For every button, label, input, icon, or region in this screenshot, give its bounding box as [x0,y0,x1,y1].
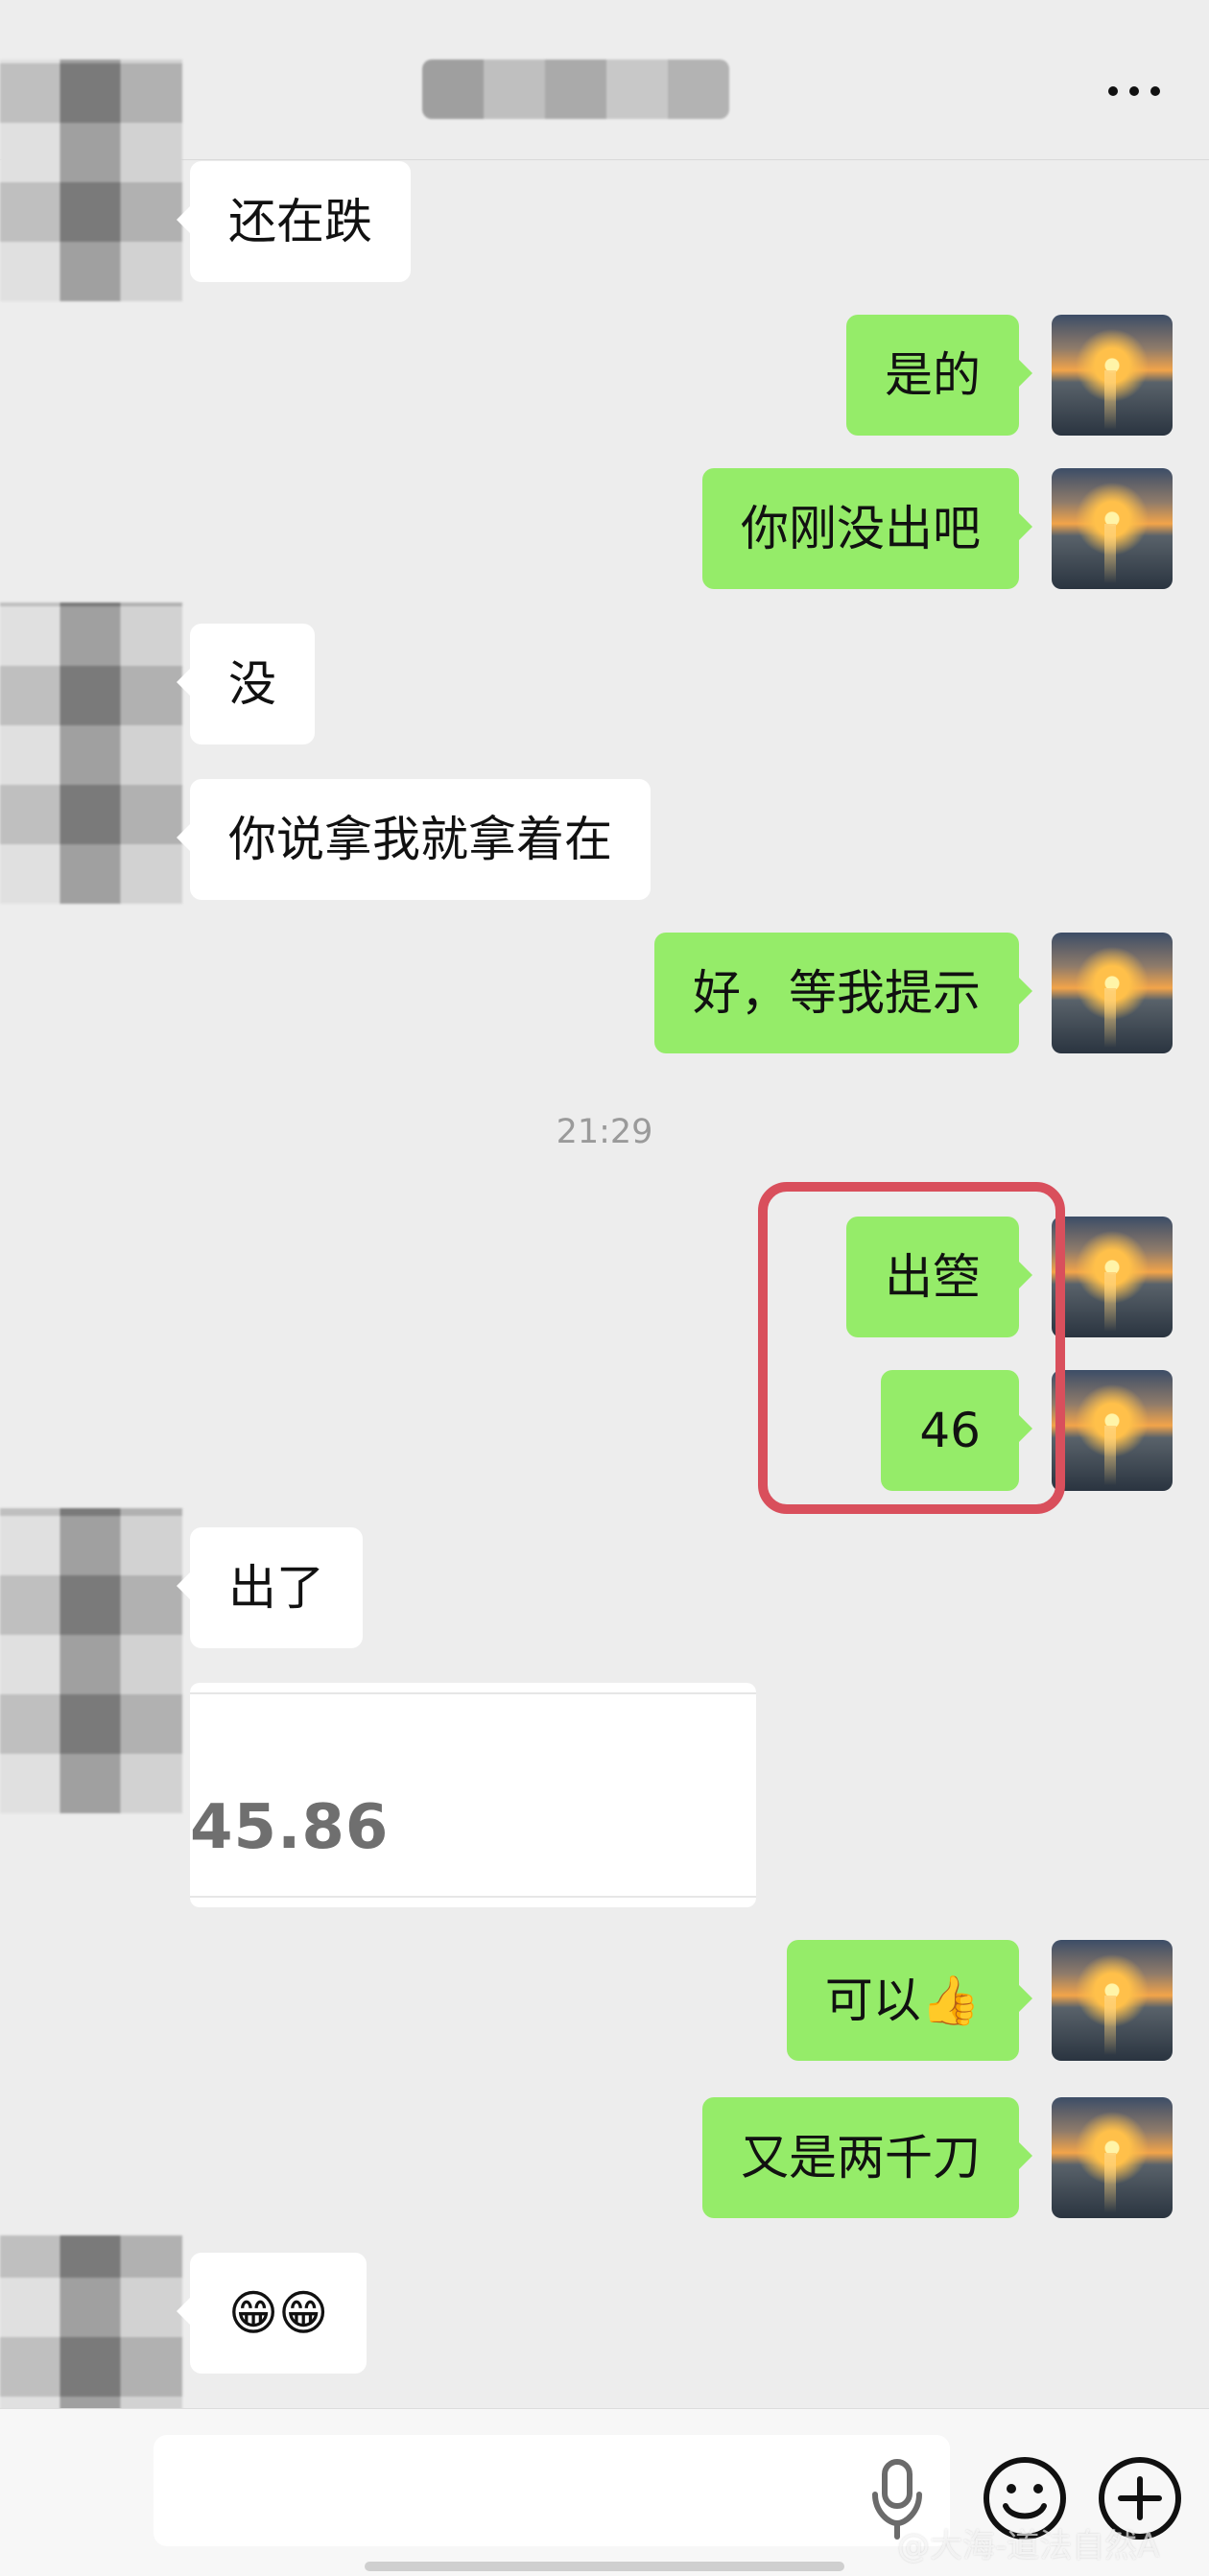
message-bubble[interactable]: 出箜 [846,1217,1032,1337]
message-bubble[interactable]: 还在跌 [177,161,411,282]
home-indicator [365,2562,844,2571]
message-input[interactable] [154,2435,950,2546]
message-bubble[interactable]: 你刚没出吧 [702,468,1032,589]
message-bubble[interactable]: 46 [881,1370,1032,1491]
message-bubble[interactable]: 😁😁 [176,2253,367,2374]
image-message[interactable]: 45.86 [190,1683,756,1907]
contact-avatar[interactable] [0,1508,182,1813]
self-avatar[interactable] [1052,468,1173,589]
price-value: 45.86 [190,1792,390,1863]
self-avatar[interactable] [1052,1940,1173,2061]
self-avatar[interactable] [1052,933,1173,1053]
more-icon [1108,86,1118,96]
more-button[interactable] [1108,73,1175,111]
message-bubble[interactable]: 是的 [846,315,1032,436]
contact-avatar[interactable] [0,59,182,301]
contact-name-blurred [422,59,729,119]
self-avatar[interactable] [1052,1217,1173,1337]
more-icon [1129,86,1139,96]
message-bubble[interactable]: 你说拿我就拿着在 [177,779,651,900]
image-divider [190,1896,756,1898]
more-icon [1150,86,1160,96]
self-avatar[interactable] [1052,2097,1173,2218]
timestamp: 21:29 [556,1113,653,1151]
contact-avatar[interactable] [0,603,182,904]
message-bubble[interactable]: 好，等我提示 [654,933,1032,1053]
message-bubble[interactable]: 没 [177,624,315,744]
self-avatar[interactable] [1052,315,1173,436]
watermark: @大海-道法自然A [897,2527,1160,2565]
image-divider [190,1692,756,1694]
message-bubble[interactable]: 又是两千刀 [702,2097,1032,2218]
self-avatar[interactable] [1052,1370,1173,1491]
message-bubble[interactable]: 出了 [177,1527,363,1648]
message-bubble[interactable]: 可以👍 [786,1940,1033,2061]
